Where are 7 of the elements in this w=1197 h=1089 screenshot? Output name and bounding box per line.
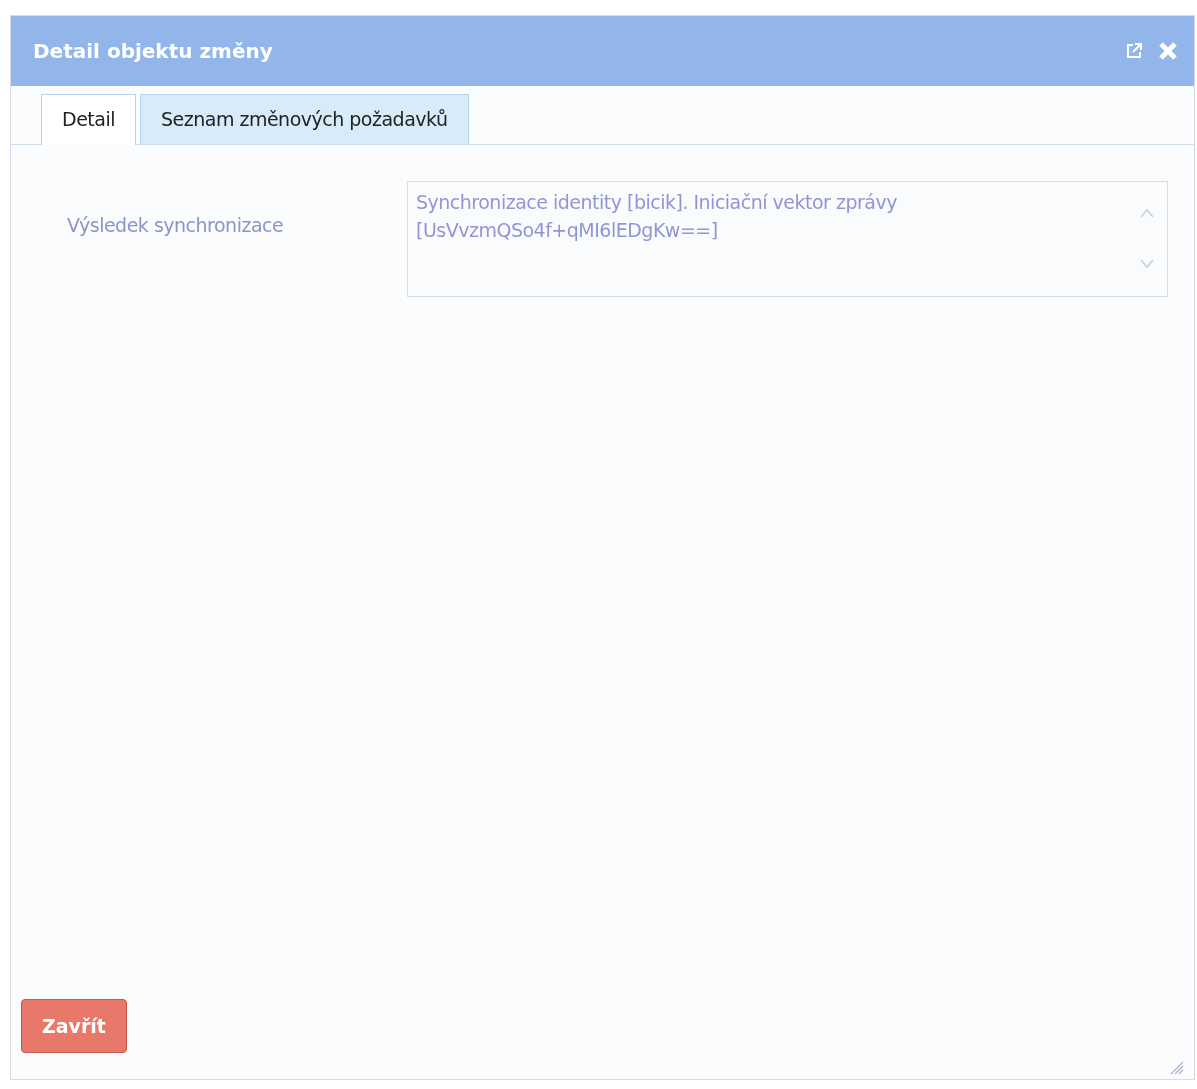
popout-icon[interactable] bbox=[1126, 43, 1142, 59]
resize-grip-icon[interactable] bbox=[1170, 1061, 1184, 1075]
field-label: Výsledek synchronizace bbox=[67, 212, 285, 238]
tab[interactable]: Seznam změnových požadavků bbox=[140, 94, 469, 144]
window-title: Detail objektu změny bbox=[33, 38, 273, 65]
close-icon[interactable] bbox=[1158, 41, 1178, 61]
tab[interactable]: Detail bbox=[41, 94, 136, 145]
